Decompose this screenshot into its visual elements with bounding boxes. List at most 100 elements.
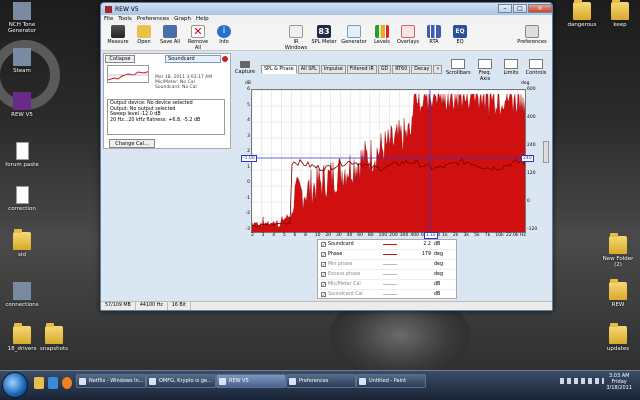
- folder-icon: [573, 0, 591, 20]
- taskbar-button[interactable]: OMFG, Krypto is ge...: [146, 374, 216, 388]
- x-tick-label: 5k: [474, 233, 480, 238]
- spl-phase-graph[interactable]: [251, 89, 526, 233]
- tab-spl-phase[interactable]: SPL & Phase: [261, 65, 297, 74]
- sample-rate: 44100 Hz: [136, 302, 168, 310]
- freq-axis-button[interactable]: Freq. Axis: [473, 59, 497, 82]
- legend-checkbox[interactable]: ✓: [321, 292, 326, 297]
- info-button[interactable]: i Info: [211, 25, 237, 45]
- legend-checkbox[interactable]: ✓: [321, 262, 326, 267]
- browser-quicklaunch-icon[interactable]: [62, 377, 72, 389]
- tab-filtered-ir[interactable]: Filtered IR: [346, 65, 377, 74]
- remove-measurement-icon[interactable]: [222, 56, 228, 62]
- measure-button[interactable]: Measure: [105, 25, 131, 45]
- controls-button[interactable]: Controls: [524, 59, 548, 76]
- doc-icon: [15, 186, 29, 204]
- camera-icon: [240, 61, 250, 68]
- x-tick-label: 3k: [463, 233, 469, 238]
- change-cal-button[interactable]: Change Cal...: [109, 139, 155, 148]
- limits-button[interactable]: Limits: [499, 59, 523, 76]
- measurement-notes[interactable]: Output device: No device selected Output…: [107, 99, 225, 135]
- taskbar-button[interactable]: REW V5: [216, 374, 286, 388]
- taskbar-button[interactable]: Untitled - Paint: [356, 374, 426, 388]
- legend-swatch: [383, 294, 397, 295]
- capture-button[interactable]: Capture: [235, 61, 255, 75]
- menu-preferences[interactable]: Preferences: [137, 16, 169, 22]
- doc-icon: [15, 142, 29, 160]
- spl-meter-button[interactable]: 83 SPL Meter: [311, 25, 337, 45]
- eq-icon: EQ: [453, 25, 467, 38]
- desktop-icon[interactable]: keep: [600, 0, 640, 28]
- tab-more[interactable]: »: [433, 65, 443, 74]
- eq-button[interactable]: EQ EQ: [447, 25, 473, 45]
- remove-all-button[interactable]: ✕ Remove All: [185, 25, 211, 51]
- menu-graph[interactable]: Graph: [174, 16, 191, 22]
- folder-icon: [609, 233, 627, 254]
- x-tick-label: 6: [293, 233, 297, 238]
- legend-unit: deg: [434, 272, 444, 277]
- legend-checkbox[interactable]: ✓: [321, 252, 326, 257]
- graph-scroll-handle[interactable]: [543, 141, 549, 163]
- generator-button[interactable]: Generator: [341, 25, 367, 45]
- tab-all-spl[interactable]: All SPL: [297, 65, 320, 74]
- desktop-icon[interactable]: snapshots: [34, 323, 74, 352]
- legend-unit: deg: [434, 262, 444, 267]
- rta-icon: [427, 25, 441, 38]
- measurement-thumbnail[interactable]: [107, 65, 149, 83]
- levels-button[interactable]: Levels: [369, 25, 395, 45]
- window-titlebar[interactable]: REW V5 – □ ×: [101, 3, 552, 15]
- open-button[interactable]: Open: [131, 25, 157, 45]
- y-left-tick-label: -3: [245, 227, 251, 232]
- menu-file[interactable]: File: [104, 16, 113, 22]
- desktop-icon[interactable]: sid: [2, 229, 42, 258]
- spl-meter-readout: 83: [317, 25, 331, 38]
- desktop-icon[interactable]: updates: [598, 323, 638, 352]
- folder-icon: [609, 323, 627, 344]
- rta-button[interactable]: RTA: [421, 25, 447, 45]
- y-left-tick-label: 5: [247, 102, 250, 108]
- taskbar-button[interactable]: Netflix - Windows In...: [76, 374, 146, 388]
- desktop-icon[interactable]: REW: [598, 279, 638, 308]
- tab-rt60[interactable]: RT60: [392, 65, 411, 74]
- start-button[interactable]: [2, 372, 28, 398]
- legend-checkbox[interactable]: ✓: [321, 242, 326, 247]
- legend-value: 179: [421, 252, 431, 257]
- status-bar: 57/109 MB 44100 Hz 16 Bit: [101, 301, 552, 310]
- rew-window: REW V5 – □ × File Tools Preferences Grap…: [100, 2, 553, 311]
- media-player-quicklaunch-icon[interactable]: [48, 377, 58, 389]
- desktop-icon[interactable]: correction: [2, 186, 42, 212]
- system-clock[interactable]: 3:03 AM Friday 3/18/2011: [606, 373, 632, 391]
- y-right-tick-label: 0: [527, 199, 530, 204]
- explorer-quicklaunch-icon[interactable]: [34, 377, 44, 389]
- close-button[interactable]: ×: [528, 4, 552, 13]
- desktop-icon[interactable]: connections: [2, 282, 42, 308]
- desktop-icon[interactable]: New Folder (2): [598, 233, 638, 268]
- folder-icon: [611, 0, 629, 20]
- overlays-button[interactable]: Overlays: [395, 25, 421, 45]
- maximize-button[interactable]: □: [513, 4, 527, 13]
- menu-tools[interactable]: Tools: [118, 16, 132, 22]
- y-left-tick-label: 6: [247, 87, 250, 92]
- save-all-button[interactable]: Save All: [157, 25, 183, 45]
- menu-help[interactable]: Help: [196, 16, 209, 22]
- collapse-button[interactable]: Collapse: [105, 55, 135, 63]
- tab-impulse[interactable]: Impulse: [320, 65, 346, 74]
- tab-decay[interactable]: Decay: [411, 65, 433, 74]
- x-tick-label: 1k: [442, 233, 448, 238]
- scrollbars-button[interactable]: Scrollbars: [446, 59, 471, 76]
- sine-wave-icon: [347, 25, 361, 38]
- desktop-icon[interactable]: dangerous: [562, 0, 602, 28]
- y-left-tick-label: 1: [247, 164, 250, 170]
- tab-gd[interactable]: GD: [377, 65, 392, 74]
- desktop-icon[interactable]: REW V5: [2, 92, 42, 118]
- desktop-icon[interactable]: NCH Tone Generator: [2, 2, 42, 34]
- preferences-button[interactable]: Preferences: [517, 25, 547, 45]
- legend-checkbox[interactable]: ✓: [321, 272, 326, 277]
- desktop-icon[interactable]: Steam: [2, 48, 42, 74]
- measurement-name-field[interactable]: Soundcard: [165, 55, 221, 63]
- graph-canvas[interactable]: [252, 90, 526, 233]
- ir-windows-button[interactable]: IR Windows: [283, 25, 309, 51]
- desktop-icon[interactable]: forum paste: [2, 142, 42, 168]
- legend-checkbox[interactable]: ✓: [321, 282, 326, 287]
- taskbar-button[interactable]: Preferences: [286, 374, 356, 388]
- minimize-button[interactable]: –: [498, 4, 512, 13]
